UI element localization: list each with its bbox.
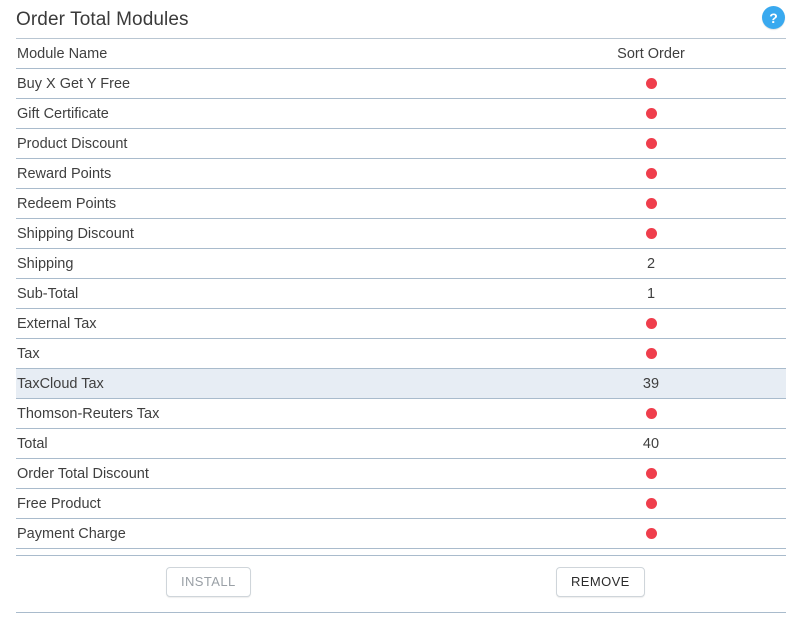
cell-module-name: Sub-Total (16, 278, 516, 309)
not-installed-dot-icon (645, 138, 657, 150)
cell-sort-order (516, 68, 786, 99)
cell-sort-order (516, 218, 786, 249)
table-bottom-rule (16, 549, 786, 556)
cell-sort-order: 40 (516, 428, 786, 459)
cell-sort-order (516, 338, 786, 369)
cell-sort-order: 1 (516, 278, 786, 309)
table-row[interactable]: Payment Charge (16, 518, 786, 549)
cell-module-name: Total (16, 428, 516, 459)
table-row[interactable]: Sub-Total 1 (16, 278, 786, 309)
install-button[interactable]: INSTALL (166, 567, 251, 597)
cell-module-name: Free Product (16, 488, 516, 519)
cell-module-name: Redeem Points (16, 188, 516, 219)
cell-module-name: TaxCloud Tax (16, 368, 516, 399)
table-row[interactable]: Order Total Discount (16, 458, 786, 489)
table-row[interactable]: Total 40 (16, 428, 786, 459)
sort-order-value: 1 (646, 285, 656, 302)
not-installed-dot-icon (645, 108, 657, 120)
table-row[interactable]: Product Discount (16, 128, 786, 159)
cell-sort-order (516, 398, 786, 429)
action-bar: INSTALL REMOVE (16, 556, 786, 613)
not-installed-dot-icon (645, 348, 657, 360)
cell-module-name: Order Total Discount (16, 458, 516, 489)
not-installed-dot-icon (645, 198, 657, 210)
table-row[interactable]: Buy X Get Y Free (16, 68, 786, 99)
table-row[interactable]: Thomson-Reuters Tax (16, 398, 786, 429)
cell-sort-order (516, 518, 786, 549)
cell-sort-order (516, 308, 786, 339)
table-row[interactable]: Shipping 2 (16, 248, 786, 279)
not-installed-dot-icon (645, 528, 657, 540)
cell-module-name: Product Discount (16, 128, 516, 159)
table-row[interactable]: External Tax (16, 308, 786, 339)
sort-order-value: 2 (646, 255, 656, 272)
column-header-module-name: Module Name (16, 39, 516, 69)
order-total-modules-panel: Order Total Modules ? Module Name Sort O… (0, 0, 802, 624)
cell-module-name: Thomson-Reuters Tax (16, 398, 516, 429)
remove-button[interactable]: REMOVE (556, 567, 645, 597)
table-row[interactable]: Gift Certificate (16, 98, 786, 129)
not-installed-dot-icon (645, 408, 657, 420)
sort-order-value: 39 (642, 375, 660, 392)
cell-module-name: Reward Points (16, 158, 516, 189)
not-installed-dot-icon (645, 168, 657, 180)
cell-sort-order (516, 458, 786, 489)
cell-sort-order: 39 (516, 368, 786, 399)
cell-module-name: Payment Charge (16, 518, 516, 549)
page-title: Order Total Modules (16, 8, 189, 30)
not-installed-dot-icon (645, 468, 657, 480)
cell-sort-order (516, 488, 786, 519)
table-row[interactable]: Reward Points (16, 158, 786, 189)
column-header-sort-order: Sort Order (516, 39, 786, 69)
cell-sort-order (516, 98, 786, 129)
cell-module-name: Shipping (16, 248, 516, 279)
table-row[interactable]: Redeem Points (16, 188, 786, 219)
table-header-row: Module Name Sort Order (16, 39, 786, 69)
cell-sort-order (516, 128, 786, 159)
cell-module-name: Gift Certificate (16, 98, 516, 129)
table-row[interactable]: Tax (16, 338, 786, 369)
not-installed-dot-icon (645, 78, 657, 90)
cell-sort-order: 2 (516, 248, 786, 279)
help-icon[interactable]: ? (762, 6, 785, 29)
cell-sort-order (516, 158, 786, 189)
modules-table-body: Buy X Get Y Free Gift Certificate Product … (16, 68, 786, 549)
panel-header: Order Total Modules ? (16, 0, 786, 39)
not-installed-dot-icon (645, 228, 657, 240)
cell-module-name: Buy X Get Y Free (16, 68, 516, 99)
cell-module-name: Tax (16, 338, 516, 369)
cell-module-name: Shipping Discount (16, 218, 516, 249)
not-installed-dot-icon (645, 318, 657, 330)
modules-table-head: Module Name Sort Order (16, 39, 786, 69)
cell-sort-order (516, 188, 786, 219)
modules-table: Module Name Sort Order Buy X Get Y Free G… (16, 39, 786, 549)
sort-order-value: 40 (642, 435, 660, 452)
table-row[interactable]: Free Product (16, 488, 786, 519)
table-row[interactable]: TaxCloud Tax 39 (16, 368, 786, 399)
not-installed-dot-icon (645, 498, 657, 510)
cell-module-name: External Tax (16, 308, 516, 339)
table-row[interactable]: Shipping Discount (16, 218, 786, 249)
